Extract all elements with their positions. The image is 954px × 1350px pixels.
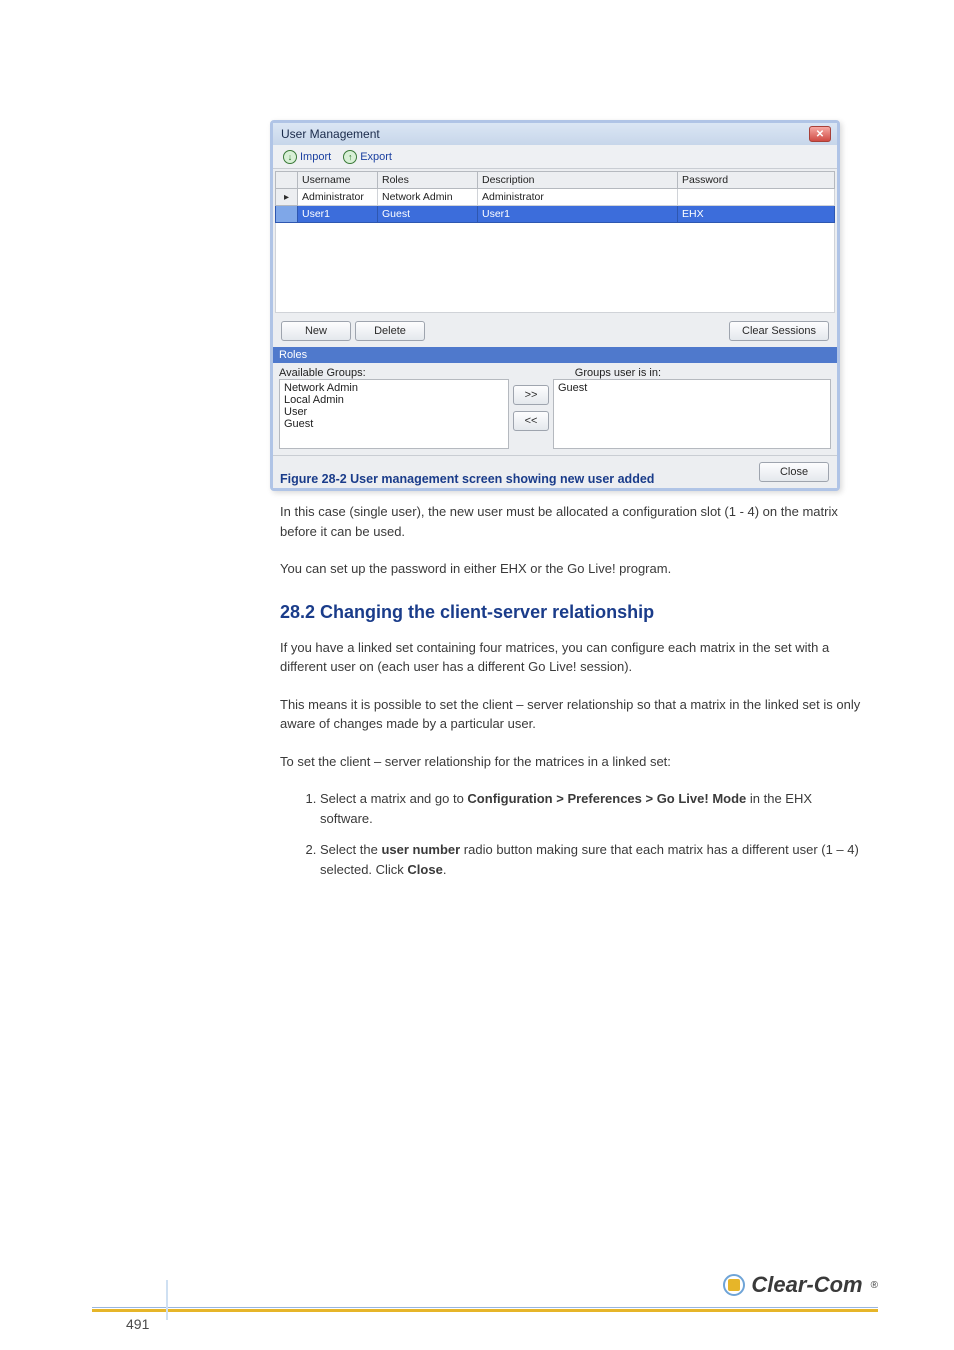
dialog-title: User Management [279, 127, 380, 141]
delete-button[interactable]: Delete [355, 321, 425, 341]
paragraph: This means it is possible to set the cli… [280, 695, 864, 734]
grid-empty-area [276, 223, 835, 313]
cell-roles[interactable]: Guest [378, 206, 478, 223]
table-row[interactable]: ▸ Administrator Network Admin Administra… [276, 189, 835, 206]
user-management-dialog: User Management ✕ ↓ Import ↑ Export User… [270, 120, 840, 491]
side-rule [166, 1280, 168, 1320]
brand-logo: Clear-Com ® [723, 1272, 878, 1298]
cell-password[interactable]: EHX [678, 206, 835, 223]
paragraph: You can set up the password in either EH… [280, 559, 864, 579]
export-label: Export [360, 151, 392, 163]
page-number: 491 [126, 1316, 149, 1332]
list-item[interactable]: User [282, 406, 506, 418]
cell-username[interactable]: Administrator [298, 189, 378, 206]
export-icon: ↑ [343, 150, 357, 164]
step-item: Select the user number radio button maki… [320, 840, 864, 879]
brand-mark-icon [723, 1274, 745, 1296]
import-label: Import [300, 151, 331, 163]
available-groups-label: Available Groups: [279, 367, 366, 379]
member-groups-listbox[interactable]: Guest [553, 379, 831, 449]
paragraph: If you have a linked set containing four… [280, 638, 864, 677]
header-selector [276, 172, 298, 189]
close-button[interactable]: Close [759, 462, 829, 482]
grid-header-row: Username Roles Description Password [276, 172, 835, 189]
list-item[interactable]: Network Admin [282, 382, 506, 394]
cell-description[interactable]: Administrator [478, 189, 678, 206]
cell-password[interactable] [678, 189, 835, 206]
groups-labels-row: Available Groups: Groups user is in: [273, 363, 837, 379]
footer-accent [92, 1306, 878, 1312]
row-selector[interactable] [276, 206, 298, 223]
member-groups-label: Groups user is in: [575, 367, 661, 379]
row-selector[interactable]: ▸ [276, 189, 298, 206]
move-right-button[interactable]: >> [513, 385, 549, 405]
header-username[interactable]: Username [298, 172, 378, 189]
toolbar: ↓ Import ↑ Export [273, 145, 837, 169]
list-item[interactable]: Local Admin [282, 394, 506, 406]
move-buttons: >> << [513, 379, 549, 437]
header-description[interactable]: Description [478, 172, 678, 189]
roles-section-header: Roles [273, 347, 837, 363]
close-icon[interactable]: ✕ [809, 126, 831, 142]
groups-area: Network Admin Local Admin User Guest >> … [273, 379, 837, 455]
header-password[interactable]: Password [678, 172, 835, 189]
cell-description[interactable]: User1 [478, 206, 678, 223]
figure-caption: Figure 28-2 User management screen showi… [280, 472, 654, 486]
import-icon: ↓ [283, 150, 297, 164]
body-text: In this case (single user), the new user… [280, 502, 864, 895]
brand-name: Clear-Com [751, 1272, 862, 1298]
grid-button-row: New Delete Clear Sessions [273, 315, 837, 347]
paragraph: To set the client – server relationship … [280, 752, 864, 772]
move-left-button[interactable]: << [513, 411, 549, 431]
clear-sessions-button[interactable]: Clear Sessions [729, 321, 829, 341]
new-button[interactable]: New [281, 321, 351, 341]
cell-username[interactable]: User1 [298, 206, 378, 223]
available-groups-listbox[interactable]: Network Admin Local Admin User Guest [279, 379, 509, 449]
brand-reg: ® [871, 1280, 878, 1291]
step-item: Select a matrix and go to Configuration … [320, 789, 864, 828]
cell-roles[interactable]: Network Admin [378, 189, 478, 206]
section-heading: 28.2 Changing the client-server relation… [280, 599, 864, 626]
header-roles[interactable]: Roles [378, 172, 478, 189]
titlebar: User Management ✕ [273, 123, 837, 145]
list-item[interactable]: Guest [282, 418, 506, 430]
export-button[interactable]: ↑ Export [337, 148, 398, 166]
import-button[interactable]: ↓ Import [277, 148, 337, 166]
paragraph: In this case (single user), the new user… [280, 502, 864, 541]
users-grid[interactable]: Username Roles Description Password ▸ Ad… [275, 171, 835, 313]
row-arrow-icon: ▸ [284, 192, 289, 203]
table-row[interactable]: User1 Guest User1 EHX [276, 206, 835, 223]
list-item[interactable]: Guest [556, 382, 828, 394]
